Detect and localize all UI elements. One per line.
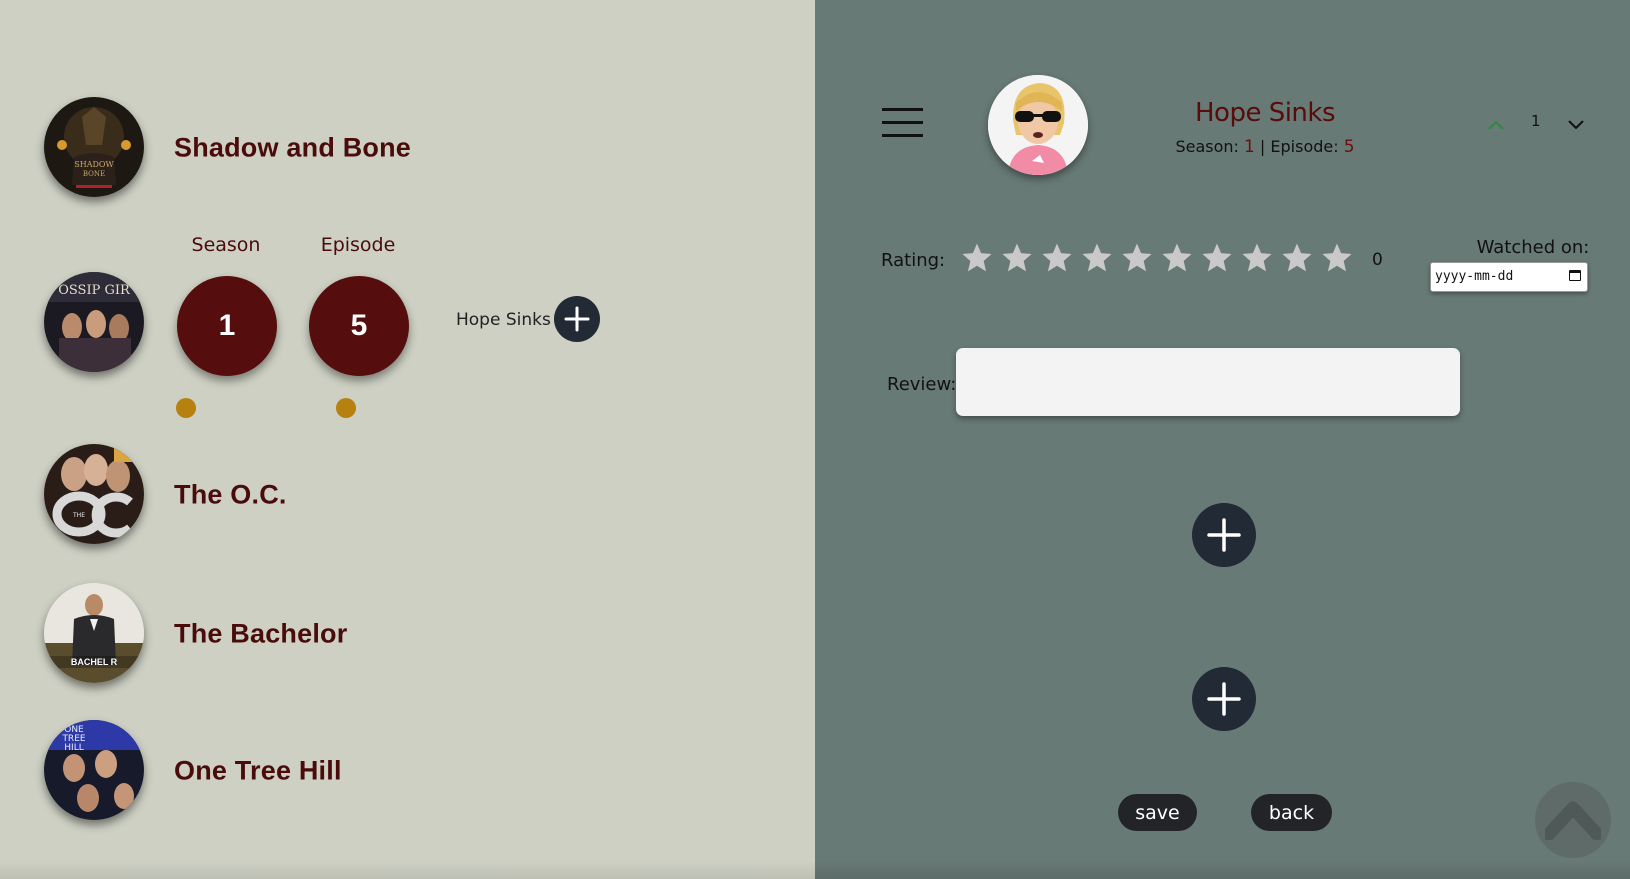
one-tree-hill-poster[interactable]: ONE TREE HILL — [44, 720, 144, 820]
episode-detail-panel: Hope Sinks Season: 1 | Episode: 5 1 Rati… — [815, 0, 1630, 879]
show-list-panel: SHADOW BONE Shadow and Bone OSSIP GIR Se… — [0, 0, 815, 879]
svg-text:HILL: HILL — [64, 743, 83, 753]
star-icon[interactable] — [957, 240, 997, 276]
show-row[interactable]: ONE TREE HILL One Tree Hill — [44, 720, 444, 822]
poster-text: OSSIP GIR — [58, 283, 131, 298]
poster-text: BACHEL R — [71, 657, 118, 667]
season-text-label: Season: — [1175, 137, 1239, 156]
show-row[interactable]: BACHEL R The Bachelor — [44, 583, 444, 685]
date-placeholder: yyyy-mm-dd — [1435, 269, 1514, 284]
chevron-down-icon[interactable] — [1567, 116, 1585, 135]
plus-icon — [564, 306, 590, 332]
star-icon[interactable] — [997, 240, 1037, 276]
episode-drag-handle[interactable] — [336, 398, 356, 418]
scroll-top-icon — [1545, 801, 1601, 840]
episode-number: 5 — [1343, 137, 1355, 157]
star-icon[interactable] — [1317, 240, 1357, 276]
rating-value: 0 — [1372, 250, 1383, 270]
show-title[interactable]: One Tree Hill — [174, 756, 342, 787]
chevron-up-icon[interactable] — [1487, 116, 1505, 135]
show-title[interactable]: The Bachelor — [174, 619, 347, 650]
svg-text:BONE: BONE — [83, 170, 105, 178]
episode-text-label: Episode: — [1270, 137, 1339, 156]
episode-label: Episode — [320, 234, 396, 256]
season-drag-handle[interactable] — [176, 398, 196, 418]
watched-date-input[interactable]: yyyy-mm-dd — [1430, 262, 1588, 292]
star-icon[interactable] — [1077, 240, 1117, 276]
svg-text:SHADOW: SHADOW — [74, 160, 114, 169]
star-icon[interactable] — [1277, 240, 1317, 276]
star-icon[interactable] — [1157, 240, 1197, 276]
add-field-button[interactable] — [1192, 667, 1256, 731]
separator: | — [1259, 137, 1266, 156]
save-button[interactable]: save — [1118, 794, 1197, 831]
plus-icon — [1207, 518, 1241, 552]
star-icon[interactable] — [1037, 240, 1077, 276]
the-oc-poster[interactable]: THE — [44, 444, 144, 544]
avatar-icon[interactable] — [988, 75, 1088, 175]
show-row[interactable]: OSSIP GIR — [44, 272, 144, 374]
scroll-top-button[interactable] — [1535, 782, 1611, 858]
watched-on-label: Watched on: — [1476, 237, 1590, 258]
star-icon[interactable] — [1117, 240, 1157, 276]
show-row[interactable]: THE The O.C. — [44, 444, 444, 546]
star-icon[interactable] — [1197, 240, 1237, 276]
episode-title: Hope Sinks — [1194, 98, 1336, 128]
episode-name: Hope Sinks — [456, 310, 551, 330]
shadow-and-bone-poster[interactable]: SHADOW BONE — [44, 97, 144, 197]
star-rating[interactable] — [957, 240, 1357, 276]
plus-icon — [1207, 682, 1241, 716]
show-row[interactable]: SHADOW BONE Shadow and Bone — [44, 97, 444, 199]
calendar-icon[interactable] — [1569, 270, 1581, 281]
gossip-girl-poster[interactable]: OSSIP GIR — [44, 272, 144, 372]
show-title[interactable]: The O.C. — [174, 480, 287, 511]
back-button[interactable]: back — [1251, 794, 1332, 831]
menu-icon[interactable] — [882, 108, 923, 140]
rating-label: Rating: — [881, 250, 946, 271]
episode-counter[interactable]: 5 — [309, 276, 409, 376]
review-input[interactable] — [956, 348, 1460, 416]
entry-pager: 1 — [1487, 112, 1597, 136]
show-title[interactable]: Shadow and Bone — [174, 133, 411, 164]
svg-text:THE: THE — [72, 512, 85, 519]
star-icon[interactable] — [1237, 240, 1277, 276]
bachelor-poster[interactable]: BACHEL R — [44, 583, 144, 683]
season-counter[interactable]: 1 — [177, 276, 277, 376]
add-field-button[interactable] — [1192, 503, 1256, 567]
review-label: Review: — [887, 374, 957, 395]
episode-subtitle: Season: 1 | Episode: 5 — [1125, 137, 1405, 157]
season-label: Season — [191, 234, 261, 256]
add-episode-button[interactable] — [554, 296, 600, 342]
pager-value: 1 — [1531, 112, 1541, 130]
season-number: 1 — [1244, 137, 1255, 157]
